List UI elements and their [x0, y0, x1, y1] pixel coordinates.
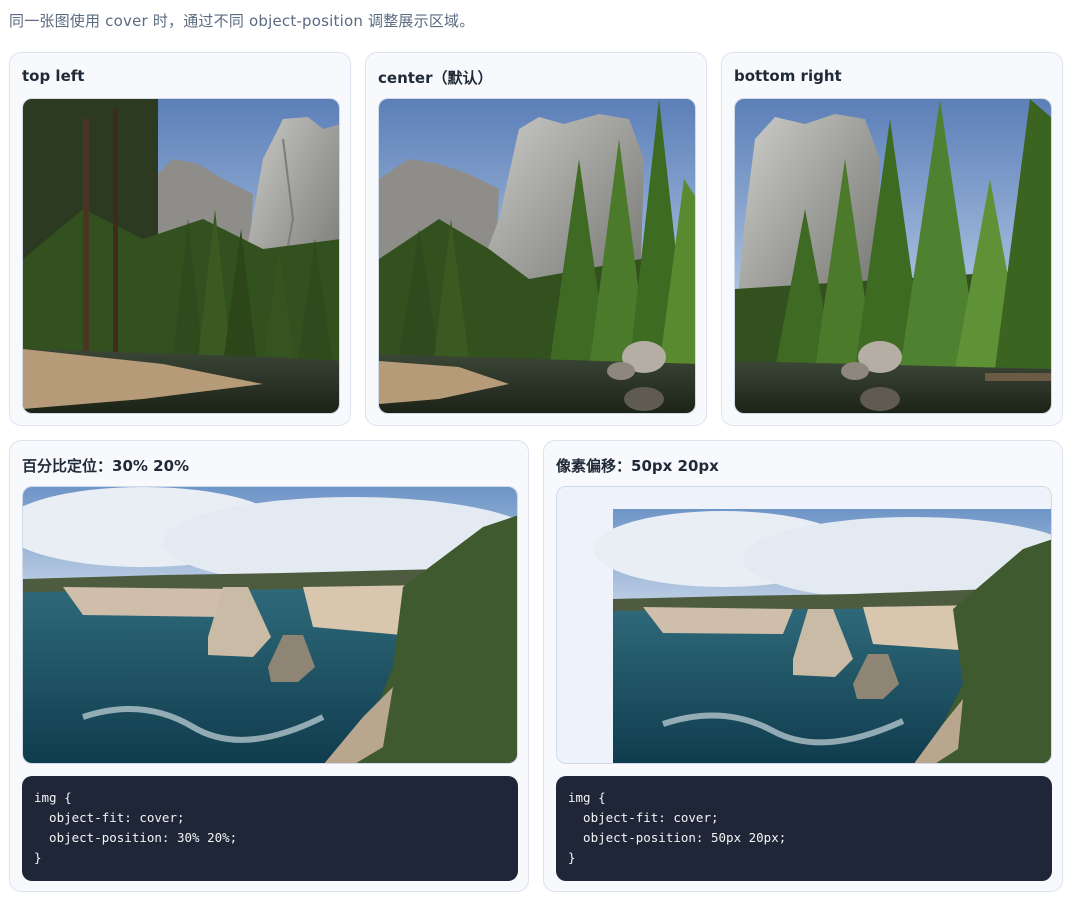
image-frame	[556, 486, 1052, 764]
card-title: top left	[22, 67, 85, 85]
page-intro: 同一张图使用 cover 时，通过不同 object-position 调整展示…	[9, 12, 475, 30]
mountain-photo-top-left	[23, 99, 339, 413]
card-bottom-right: bottom right	[721, 52, 1063, 426]
card-top-left: top left	[9, 52, 351, 426]
image-frame	[734, 98, 1052, 414]
mountain-photo-center	[379, 99, 695, 413]
card-title: bottom right	[734, 67, 842, 85]
mountain-photo-bottom-right	[735, 99, 1051, 413]
image-frame	[22, 98, 340, 414]
card-pixel-position: 像素偏移：50px 20px img { object-fit: cover; …	[543, 440, 1063, 892]
card-center: center（默认）	[365, 52, 707, 426]
coast-photo-percent	[23, 487, 517, 763]
coast-photo-pixel	[557, 487, 1051, 763]
image-frame	[22, 486, 518, 764]
css-code-block: img { object-fit: cover; object-position…	[22, 776, 518, 881]
card-percent-position: 百分比定位：30% 20% img { object-fit: cover; o…	[9, 440, 529, 892]
card-title: 百分比定位：30% 20%	[22, 457, 190, 475]
css-code-block: img { object-fit: cover; object-position…	[556, 776, 1052, 881]
card-title: 像素偏移：50px 20px	[556, 457, 719, 475]
card-title: center（默认）	[378, 69, 493, 87]
image-frame	[378, 98, 696, 414]
